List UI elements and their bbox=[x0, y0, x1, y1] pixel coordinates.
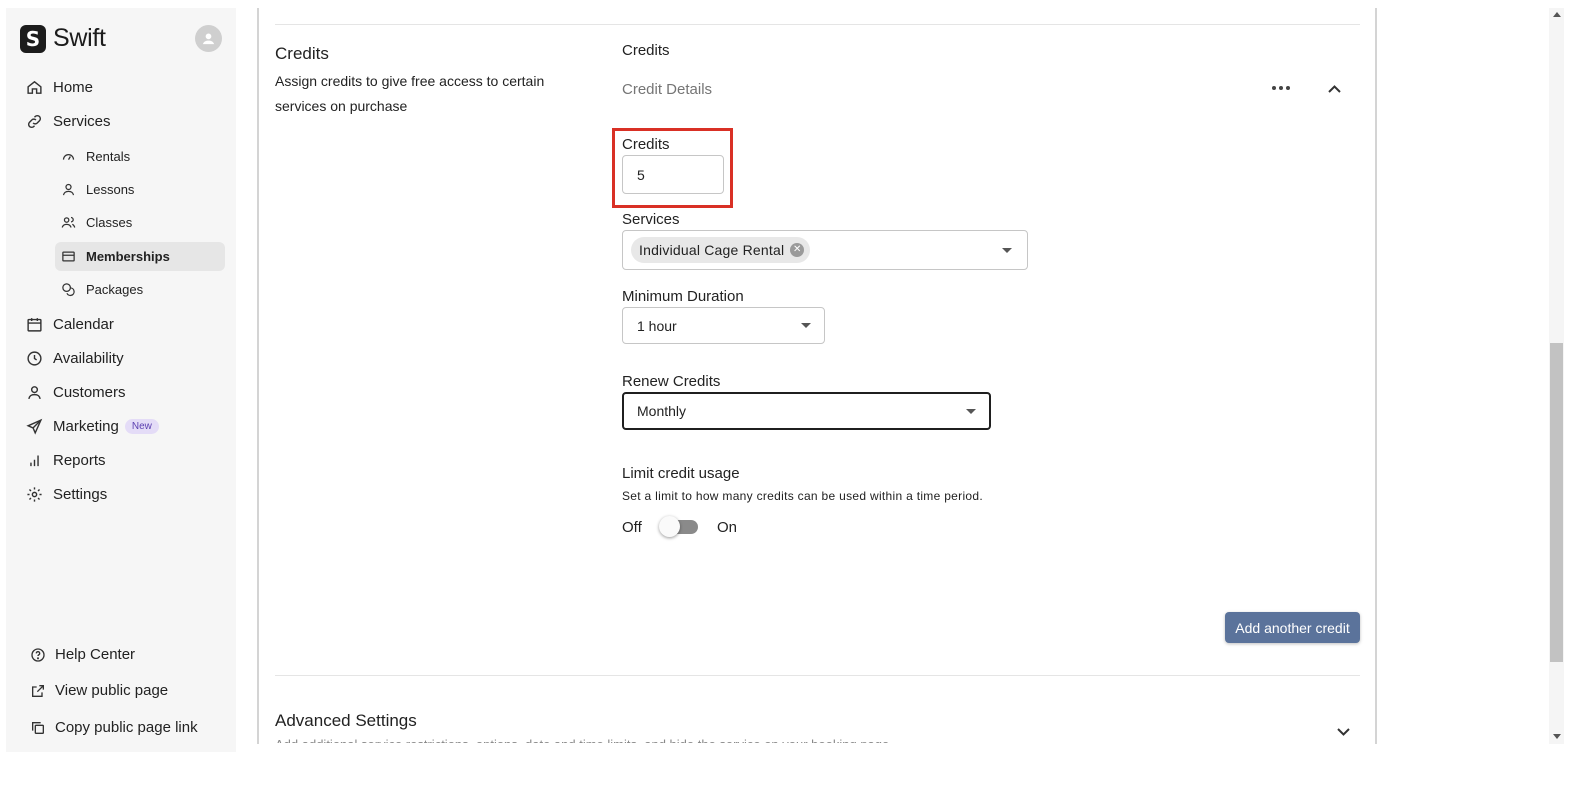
people-icon bbox=[61, 216, 76, 228]
person-icon bbox=[62, 183, 75, 196]
nav-lessons[interactable]: Lessons bbox=[55, 175, 225, 204]
advanced-settings-description: Add additional service restrictions, opt… bbox=[275, 737, 995, 743]
gear-icon bbox=[27, 487, 42, 502]
limit-usage-label: Limit credit usage bbox=[622, 465, 740, 482]
copy-public-page-label: Copy public page link bbox=[55, 719, 198, 736]
nav-services-label: Services bbox=[53, 113, 111, 130]
credit-details-title: Credit Details bbox=[622, 81, 713, 98]
brand[interactable]: S Swift bbox=[20, 24, 106, 53]
help-center-link[interactable]: Help Center bbox=[30, 646, 135, 663]
link-icon bbox=[27, 114, 42, 129]
nav-marketing[interactable]: Marketing New bbox=[26, 418, 159, 435]
nav-customers-label: Customers bbox=[53, 384, 126, 401]
swift-logo: S bbox=[20, 24, 46, 53]
nav-lessons-label: Lessons bbox=[86, 182, 135, 197]
nav-memberships[interactable]: Memberships bbox=[55, 242, 225, 271]
card-left-border bbox=[257, 8, 259, 744]
credits-section-description: Assign credits to give free access to ce… bbox=[275, 73, 545, 114]
calendar-icon bbox=[27, 318, 42, 332]
nav-home-label: Home bbox=[53, 79, 94, 96]
credits-section-title: Credits bbox=[275, 44, 329, 63]
view-public-page-label: View public page bbox=[55, 682, 169, 699]
nav-reports-label: Reports bbox=[53, 452, 106, 469]
coins-icon bbox=[62, 283, 75, 297]
nav-home[interactable]: Home bbox=[26, 79, 93, 96]
renew-credits-select[interactable]: Monthly bbox=[622, 392, 991, 430]
gauge-icon bbox=[62, 154, 75, 160]
card-right-border bbox=[1375, 8, 1377, 744]
help-circle-icon bbox=[31, 647, 45, 662]
section-divider-top bbox=[275, 24, 1360, 25]
chip-remove-icon[interactable]: ✕ bbox=[790, 243, 805, 257]
renew-credits-caret-icon[interactable] bbox=[966, 409, 976, 414]
nav-marketing-label: Marketing bbox=[53, 418, 119, 435]
send-icon bbox=[26, 418, 43, 435]
nav-packages-label: Packages bbox=[86, 282, 144, 297]
add-another-credit-button[interactable]: Add another credit bbox=[1225, 612, 1360, 643]
nav-settings[interactable]: Settings bbox=[26, 486, 107, 503]
nav-calendar[interactable]: Calendar bbox=[26, 316, 114, 333]
external-link-icon bbox=[32, 684, 44, 697]
credits-input[interactable]: 5 bbox=[622, 155, 724, 194]
nav-customers[interactable]: Customers bbox=[26, 384, 126, 401]
nav-availability[interactable]: Availability bbox=[26, 350, 124, 367]
nav-availability-label: Availability bbox=[53, 350, 124, 367]
expand-chevron-down-icon[interactable] bbox=[1336, 726, 1351, 738]
limit-usage-toggle-thumb[interactable] bbox=[659, 516, 680, 537]
app-name: Swift bbox=[53, 24, 106, 52]
services-label: Services bbox=[622, 211, 680, 228]
toggle-on-label: On bbox=[717, 519, 738, 536]
service-chip-label: Individual Cage Rental bbox=[639, 242, 785, 258]
min-duration-label: Minimum Duration bbox=[622, 288, 744, 305]
section-divider-bottom bbox=[275, 675, 1360, 676]
help-center-label: Help Center bbox=[55, 646, 136, 663]
sidebar: S Swift Home Services Rentals Lessons Cl… bbox=[6, 8, 236, 752]
home-icon bbox=[27, 80, 42, 94]
nav-classes-label: Classes bbox=[86, 215, 133, 230]
clock-icon bbox=[27, 351, 42, 366]
nav-memberships-label: Memberships bbox=[86, 249, 170, 264]
copy-public-page-link[interactable]: Copy public page link bbox=[30, 719, 198, 736]
min-duration-caret-icon[interactable] bbox=[801, 323, 811, 328]
nav-calendar-label: Calendar bbox=[53, 316, 114, 333]
service-chip[interactable]: Individual Cage Rental ✕ bbox=[631, 237, 811, 263]
copy-icon bbox=[32, 721, 44, 734]
user-avatar-icon bbox=[202, 33, 215, 45]
nav-rentals[interactable]: Rentals bbox=[55, 142, 225, 171]
scrollbar-thumb[interactable] bbox=[1550, 343, 1563, 662]
user-avatar[interactable] bbox=[195, 25, 222, 52]
nav-packages[interactable]: Packages bbox=[55, 275, 225, 304]
credits-subtitle: Credits bbox=[622, 42, 670, 59]
nav-services[interactable]: Services bbox=[26, 113, 111, 130]
view-public-page-link[interactable]: View public page bbox=[30, 682, 168, 699]
min-duration-select[interactable]: 1 hour bbox=[622, 307, 825, 344]
scroll-up-arrow-icon[interactable] bbox=[1553, 12, 1561, 17]
person-icon bbox=[28, 386, 41, 400]
nav-classes[interactable]: Classes bbox=[55, 208, 225, 237]
advanced-settings-title[interactable]: Advanced Settings bbox=[275, 711, 417, 731]
nav-reports[interactable]: Reports bbox=[26, 452, 106, 469]
new-badge: New bbox=[124, 419, 159, 434]
nav-settings-label: Settings bbox=[53, 486, 108, 503]
collapse-chevron-up-icon[interactable] bbox=[1327, 83, 1342, 95]
limit-usage-helper: Set a limit to how many credits can be u… bbox=[622, 489, 983, 503]
bar-chart-icon bbox=[30, 455, 39, 467]
toggle-off-label: Off bbox=[622, 519, 642, 536]
services-dropdown-caret-icon[interactable] bbox=[1002, 248, 1012, 253]
scroll-down-arrow-icon[interactable] bbox=[1553, 734, 1561, 739]
card-icon bbox=[62, 251, 75, 262]
credits-input-label: Credits bbox=[622, 136, 670, 153]
renew-credits-label: Renew Credits bbox=[622, 373, 721, 390]
nav-rentals-label: Rentals bbox=[86, 149, 131, 164]
more-options-icon[interactable] bbox=[1272, 86, 1290, 90]
